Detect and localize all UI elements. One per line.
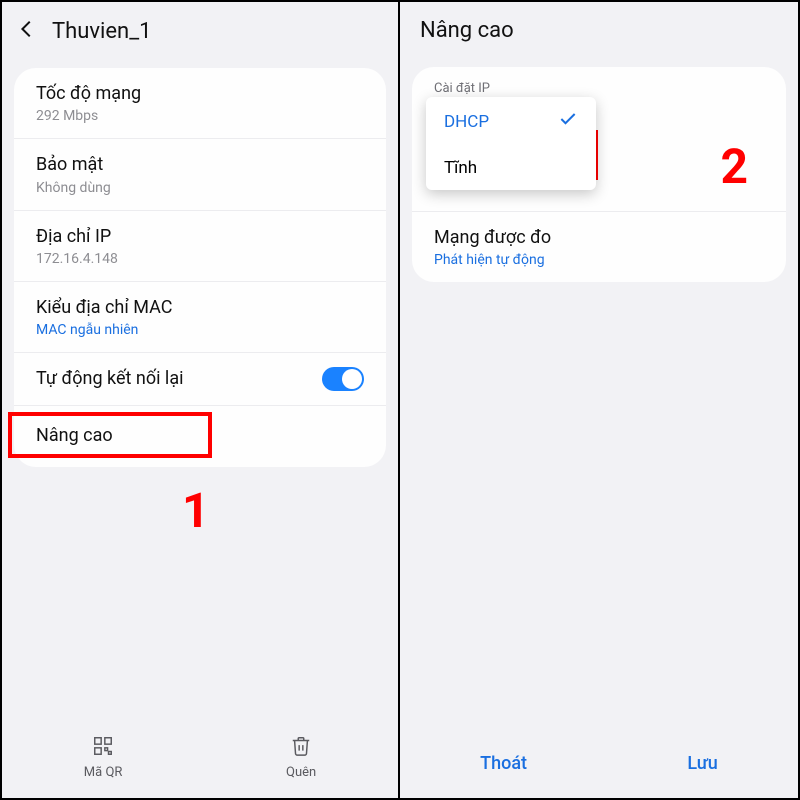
- forget-label: Quên: [286, 765, 316, 780]
- row-title: Tự động kết nối lại: [36, 367, 183, 391]
- row-advanced[interactable]: Nâng cao: [14, 406, 386, 466]
- qr-button[interactable]: Mã QR: [84, 735, 123, 780]
- page-title: Thuvien_1: [52, 19, 151, 44]
- ip-settings-dropdown: DHCP Tĩnh: [426, 97, 596, 190]
- row-mac-type[interactable]: Kiểu địa chỉ MAC MAC ngẫu nhiên: [14, 282, 386, 353]
- row-auto-reconnect[interactable]: Tự động kết nối lại: [14, 353, 386, 406]
- check-icon: [558, 109, 578, 134]
- row-value: 292 Mbps: [36, 108, 364, 124]
- header: Thuvien_1: [2, 2, 398, 62]
- row-title: Bảo mật: [36, 153, 364, 177]
- bottom-bar: Thoát Lưu: [400, 733, 798, 798]
- row-value: MAC ngẫu nhiên: [36, 322, 364, 338]
- toggle-switch[interactable]: [322, 367, 364, 391]
- save-label: Lưu: [687, 753, 717, 774]
- back-icon[interactable]: [16, 18, 38, 44]
- save-button[interactable]: Lưu: [687, 753, 717, 774]
- row-value: Phát hiện tự động: [434, 252, 764, 268]
- row-value: 172.16.4.148: [36, 251, 364, 267]
- row-security[interactable]: Bảo mật Không dùng: [14, 139, 386, 210]
- dropdown-option-static[interactable]: Tĩnh: [426, 146, 596, 190]
- row-title: Kiểu địa chỉ MAC: [36, 296, 364, 320]
- advanced-screen: Nâng cao Cài đặt IP DHCP Tĩnh Mạng được …: [400, 2, 798, 798]
- option-label: DHCP: [444, 112, 489, 132]
- row-title: Nâng cao: [36, 424, 364, 448]
- wifi-detail-screen: Thuvien_1 Tốc độ mạng 292 Mbps Bảo mật K…: [2, 2, 400, 798]
- qr-icon: [92, 735, 114, 761]
- exit-label: Thoát: [480, 753, 527, 774]
- bottom-bar: Mã QR Quên: [2, 723, 398, 798]
- settings-card: Cài đặt IP DHCP Tĩnh Mạng được đo Phát h…: [412, 67, 786, 282]
- row-title: Tốc độ mạng: [36, 82, 364, 106]
- row-value: Không dùng: [36, 180, 364, 196]
- exit-button[interactable]: Thoát: [480, 753, 527, 774]
- dropdown-option-dhcp[interactable]: DHCP: [426, 97, 596, 146]
- forget-button[interactable]: Quên: [286, 735, 316, 780]
- row-ip-address[interactable]: Địa chỉ IP 172.16.4.148: [14, 211, 386, 282]
- row-title: Mạng được đo: [434, 226, 764, 250]
- settings-card: Tốc độ mạng 292 Mbps Bảo mật Không dùng …: [14, 68, 386, 467]
- row-title: Địa chỉ IP: [36, 225, 364, 249]
- annotation-step-number: 1: [182, 482, 210, 539]
- header: Nâng cao: [400, 2, 798, 61]
- row-metered-network[interactable]: Mạng được đo Phát hiện tự động: [412, 212, 786, 282]
- trash-icon: [290, 735, 312, 761]
- qr-label: Mã QR: [84, 765, 123, 780]
- page-title: Nâng cao: [420, 18, 514, 43]
- option-label: Tĩnh: [444, 158, 477, 178]
- row-network-speed[interactable]: Tốc độ mạng 292 Mbps: [14, 68, 386, 139]
